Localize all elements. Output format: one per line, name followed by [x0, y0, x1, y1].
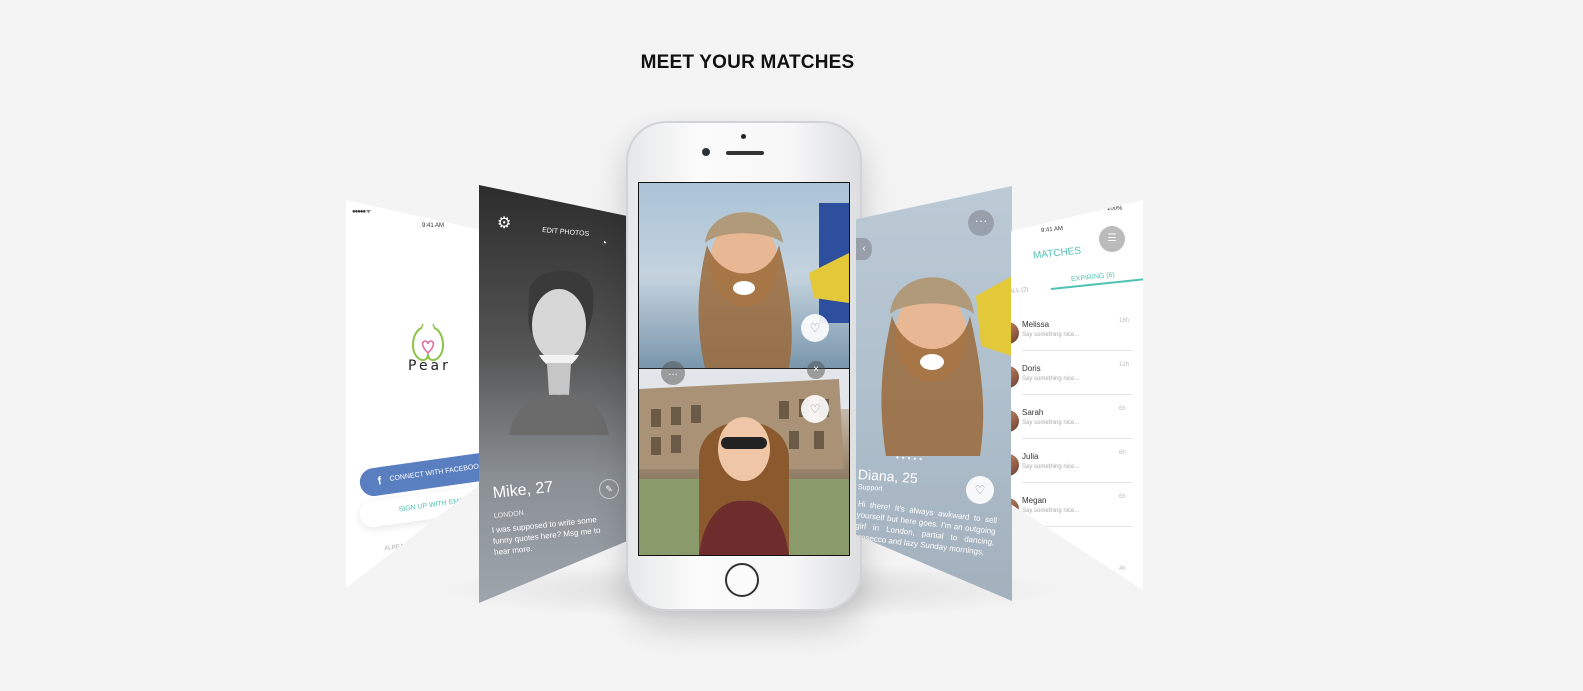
facebook-button-label: CONNECT WITH FACEBOOK — [389, 462, 484, 483]
match-name: Melissa — [1022, 320, 1050, 329]
match-message: Say something nice... — [1022, 332, 1080, 338]
already-account-link[interactable]: ALREADY HAVE AN ACCOUNT? — [384, 534, 473, 552]
login-screen: ●●●●● ᯤ 9:41 AM Pear f CONNECT WITH FACE… — [346, 200, 486, 588]
center-phone: ♡ … × ♡ — [626, 121, 862, 611]
list-item[interactable]: Megan Say something nice... 6h — [1011, 494, 1143, 534]
gear-icon[interactable]: ⚙ — [497, 213, 511, 233]
match-name: Sarah — [1022, 408, 1044, 417]
avatar — [1011, 322, 1019, 344]
match-time: 6h — [1119, 450, 1126, 456]
match-time: 18h — [1119, 318, 1130, 324]
signal-icon: ●●●●● ᯤ — [352, 209, 371, 215]
match-time: 4h — [1119, 566, 1126, 572]
edit-pencil-icon[interactable]: ✎ — [599, 479, 619, 499]
match-time: 6h — [1119, 494, 1126, 500]
profile-title: EDIT PHOTOS — [541, 226, 590, 239]
matches-screen: 100% 9:41 AM MATCHES ☰ ALL (2) EXPIRING … — [1011, 200, 1143, 590]
profile-city: LONDON — [493, 509, 525, 520]
match-name: Doris — [1022, 364, 1041, 373]
profile-name: Mike, 27 — [492, 478, 554, 502]
matches-title: MATCHES — [1032, 245, 1082, 262]
detail-bio: Hi there! It's always awkward to sell yo… — [856, 499, 998, 557]
tab-all[interactable]: ALL (2) — [1011, 287, 1029, 295]
sensor-icon — [741, 134, 746, 139]
home-button[interactable] — [725, 563, 759, 597]
divider — [1022, 438, 1132, 439]
phone-screen: ♡ … × ♡ — [638, 182, 850, 556]
back-chevron-icon[interactable]: ‹ — [856, 238, 872, 260]
facebook-icon: f — [376, 475, 383, 488]
profile-photo — [509, 270, 609, 435]
match-message: Say something nice... — [1022, 376, 1080, 382]
avatar — [1011, 540, 1019, 562]
battery-text: 100% — [1107, 206, 1123, 212]
match-name: Susan — [1022, 538, 1045, 547]
app-name: Pear — [408, 358, 451, 374]
match-message: Say something nice... — [1022, 420, 1080, 426]
list-item[interactable]: Sarah Say something nice... 6h — [1011, 406, 1143, 446]
diana-photo — [881, 276, 1012, 456]
match-message: Say something nice... — [1022, 508, 1080, 514]
pear-like-icon-2[interactable]: ♡ — [801, 395, 829, 423]
menu-icon[interactable]: ☰ — [1099, 226, 1125, 252]
page-headline: MEET YOUR MATCHES — [640, 52, 855, 73]
status-time-right: 9:41 AM — [1040, 225, 1064, 235]
avatar — [1011, 366, 1019, 388]
match-time: 6h — [1119, 406, 1126, 412]
list-item[interactable]: Doris Say something nice... 12h — [1011, 362, 1143, 402]
match-name: Megan — [1022, 496, 1047, 505]
avatar — [1011, 410, 1019, 432]
avatar — [1011, 498, 1019, 520]
status-time: 9:41 AM — [422, 223, 445, 229]
match-photo-bottom[interactable]: … × ♡ — [639, 361, 849, 555]
detail-sub: Support — [857, 484, 883, 493]
detail-name: Diana, 25 — [857, 466, 919, 487]
photo-pager-dots: ••••• — [895, 452, 926, 465]
match-message: Say something nice... — [1022, 464, 1080, 470]
more-options-icon[interactable]: ··· — [968, 210, 994, 236]
divider — [1022, 350, 1132, 351]
divider — [1022, 482, 1132, 483]
detail-screen: ‹ ··· ••••• Diana, 25 Support ♡ Hi there… — [856, 186, 1012, 601]
chat-bubble-icon[interactable]: … — [661, 361, 685, 385]
profile-bio: I was supposed to write some funny quote… — [491, 515, 601, 557]
profile-screen: ⚙ EDIT PHOTOS ◔ Mike, 27 LONDON I was su… — [479, 185, 639, 603]
match-time: 12h — [1119, 362, 1130, 368]
match-name: Julia — [1022, 452, 1039, 461]
chat-icon[interactable]: ◔ — [601, 238, 607, 249]
speaker-icon — [726, 151, 764, 155]
divider — [1022, 526, 1132, 527]
match-photo-top[interactable]: ♡ — [639, 183, 849, 368]
list-item[interactable]: Julia Say something nice... 6h — [1011, 450, 1143, 490]
close-icon[interactable]: × — [807, 361, 825, 379]
list-item[interactable]: Melissa Say something nice... 18h — [1011, 318, 1143, 358]
divider — [1022, 394, 1132, 395]
camera-icon — [702, 148, 710, 156]
pear-like-icon[interactable]: ♡ — [801, 314, 829, 342]
avatar — [1011, 454, 1019, 476]
pear-like-icon-3[interactable]: ♡ — [966, 476, 994, 504]
